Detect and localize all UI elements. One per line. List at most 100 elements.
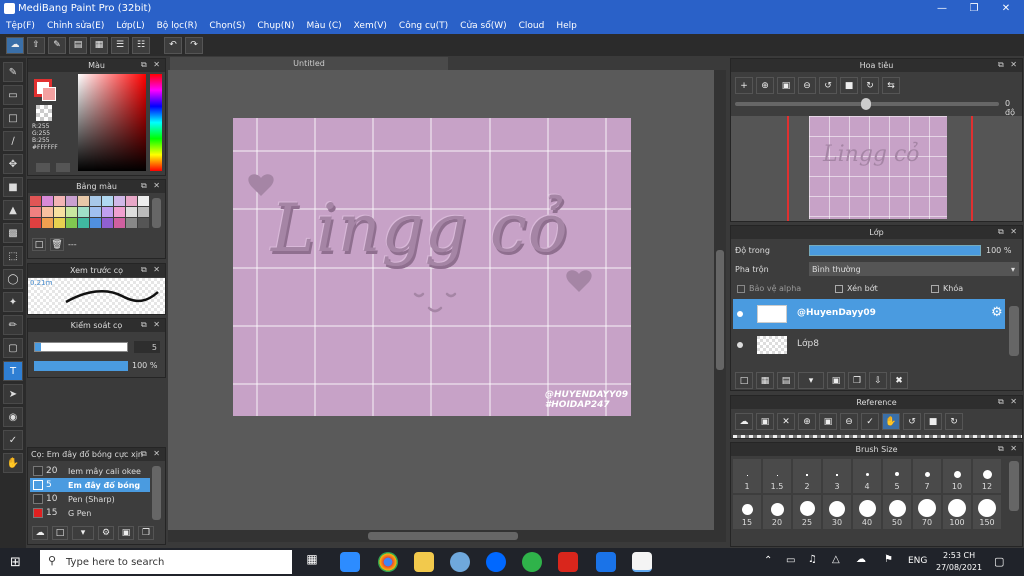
lasso-tool-icon[interactable]: ◯ [3,269,23,289]
brush-size-cell[interactable]: 10 [943,459,971,493]
palette-swatch[interactable] [42,196,53,206]
blur-tool-icon[interactable]: ◉ [3,407,23,427]
medibang-taskbar-icon[interactable] [632,552,652,572]
blend-mode-select[interactable]: Bình thường ▾ [809,262,1019,276]
zoom-out-icon[interactable]: ⊖ [798,77,816,94]
taskbar-clock[interactable]: 2:53 CH 27/08/2021 [936,550,982,574]
brush-size-cell[interactable]: 30 [823,495,851,529]
open-reference-icon[interactable]: ▣ [756,413,774,430]
onedrive-icon[interactable]: ☁ [856,554,866,565]
panel-controls-icon[interactable]: ⧉ ✕ [141,265,162,275]
layers-scrollbar[interactable] [1009,306,1019,356]
menu-window[interactable]: Cửa sổ(W) [454,21,512,31]
menu-cloud[interactable]: Cloud [513,21,551,31]
menu-snap[interactable]: Chụp(N) [251,21,300,31]
fit-icon[interactable]: ▣ [819,413,837,430]
new-palette-icon[interactable]: □ [32,238,46,251]
zoom-out-icon[interactable]: ⊖ [840,413,858,430]
fit-icon[interactable]: ▣ [777,77,795,94]
panel-controls-icon[interactable]: ⧉ ✕ [998,444,1019,454]
menu-color[interactable]: Màu (C) [301,21,348,31]
brush-size-cell[interactable]: 100 [943,495,971,529]
panel-controls-icon[interactable]: ⧉ ✕ [998,397,1019,407]
palette-swatch[interactable] [138,196,149,206]
brush-size-cell[interactable]: 40 [853,495,881,529]
panel-controls-icon[interactable]: ⧉ ✕ [141,320,162,330]
rectangle-tool-icon[interactable]: □ [3,108,23,128]
palette-swatch[interactable] [66,218,77,228]
close-reference-icon[interactable]: ✕ [777,413,795,430]
palette-swatch[interactable] [78,196,89,206]
palette-swatch[interactable] [54,196,65,206]
lock-checkbox[interactable] [931,284,939,293]
fill-rect-tool-icon[interactable]: ■ [3,177,23,197]
palette-swatch[interactable] [78,218,89,228]
document-tab[interactable]: Untitled [170,57,448,70]
palette-swatch[interactable] [30,218,41,228]
select-rect-tool-icon[interactable]: ⬚ [3,246,23,266]
eye-icon[interactable] [737,342,743,348]
saturation-brightness-picker[interactable] [78,74,146,171]
cloud-brush-icon[interactable]: ☁ [32,526,48,540]
action-center-icon[interactable]: ▢ [994,555,1004,568]
zoom-app-icon[interactable] [340,552,360,572]
zoom-in-icon[interactable]: ⊕ [798,413,816,430]
palette-swatch[interactable] [126,218,137,228]
folder-icon[interactable]: ▣ [118,526,134,540]
menu-help[interactable]: Help [550,21,583,31]
brush-size-cell[interactable]: 15 [733,495,761,529]
new-1bit-layer-icon[interactable]: ▤ [777,372,795,389]
layer-opacity-slider[interactable] [809,245,981,256]
select-eraser-tool-icon[interactable]: ▢ [3,338,23,358]
brush-tool-icon[interactable]: ✎ [3,62,23,82]
palette-swatch[interactable] [30,207,41,217]
transparent-swatch[interactable] [36,105,52,121]
palette-swatch[interactable] [66,207,77,217]
volume-icon[interactable]: ♫ [808,554,817,565]
palette-swatch[interactable] [114,196,125,206]
text-tool-icon[interactable]: T [3,361,23,381]
brush-size-cell[interactable]: 20 [763,495,791,529]
protect-alpha-checkbox[interactable] [737,284,745,293]
brush-size-cell[interactable]: 25 [793,495,821,529]
brush-list-scrollbar[interactable] [152,466,161,520]
zoom-in-plus-icon[interactable]: ⊕ [756,77,774,94]
list-icon[interactable]: ☰ [111,36,129,54]
palette-swatch[interactable] [54,218,65,228]
zoom-in-icon[interactable]: + [735,77,753,94]
layer-row-selected[interactable]: @HuyenDayy09 ⚙ [733,299,1005,329]
brush-size-slider[interactable] [34,342,128,352]
rotate-right-icon[interactable]: ↻ [945,413,963,430]
layer-row[interactable]: Lớp8 [733,330,1005,360]
brush-list-item[interactable]: 10 Pen (Sharp) [30,492,150,506]
eyedropper-tool-icon[interactable]: ✓ [3,430,23,450]
select-pen-tool-icon[interactable]: ✏ [3,315,23,335]
menu-view[interactable]: Xem(V) [348,21,393,31]
eraser-tool-icon[interactable]: ▭ [3,85,23,105]
palette-swatch[interactable] [90,207,101,217]
menu-file[interactable]: Tệp(F) [0,21,41,31]
battery-icon[interactable]: ▭ [786,555,795,566]
reset-color-button[interactable] [56,163,70,172]
maximize-icon[interactable]: ❐ [958,0,990,17]
duplicate-brush-icon[interactable]: ❐ [138,526,154,540]
panel-controls-icon[interactable]: ⧉ ✕ [141,449,162,459]
brush-size-cell[interactable]: 3 [823,459,851,493]
menu-filter[interactable]: Bộ lọc(R) [151,21,204,31]
eyedropper-icon[interactable]: ✓ [861,413,879,430]
hand-tool-icon[interactable]: ✋ [3,453,23,473]
panel-controls-icon[interactable]: ⧉ ✕ [998,60,1019,70]
menu-layer[interactable]: Lớp(L) [110,21,150,31]
canvas-horizontal-scrollbar[interactable] [168,530,726,542]
rotate-left-icon[interactable]: ↺ [819,77,837,94]
paint-app-icon[interactable] [450,552,470,572]
operation-tool-icon[interactable]: ➤ [3,384,23,404]
swap-color-button[interactable] [36,163,50,172]
cloud-reference-icon[interactable]: ☁ [735,413,753,430]
gear-icon[interactable]: ⚙ [991,305,1003,320]
new-brush-icon[interactable]: □ [52,526,68,540]
palette-swatch[interactable] [102,218,113,228]
eye-icon[interactable] [737,311,743,317]
brush-size-scrollbar[interactable] [1009,461,1019,511]
wps-app-icon[interactable] [558,552,578,572]
